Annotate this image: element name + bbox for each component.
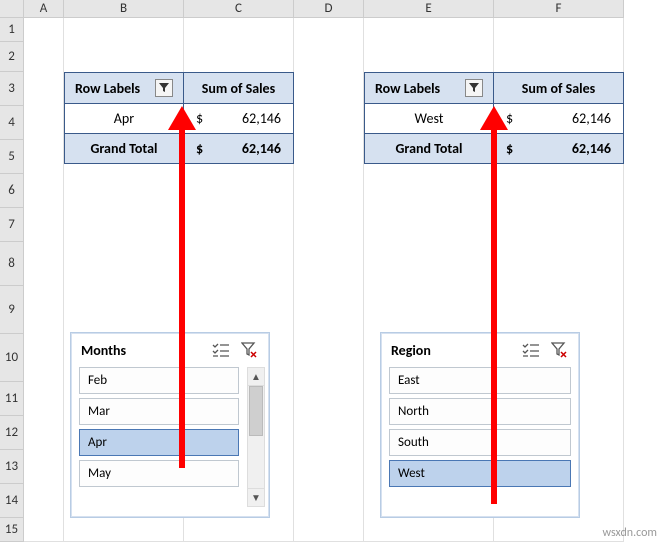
pivot2-row-labels-text: Row Labels [375, 80, 440, 97]
row-13[interactable]: 13 [0, 450, 24, 484]
row-6[interactable]: 6 [0, 174, 24, 208]
filter-icon[interactable] [155, 79, 173, 97]
scroll-thumb[interactable] [249, 386, 263, 436]
pivot1-data-value[interactable]: $ 62,146 [184, 104, 293, 134]
col-B[interactable]: B [64, 0, 184, 18]
row-7[interactable]: 7 [0, 208, 24, 242]
row-1[interactable]: 1 [0, 18, 24, 42]
slicer-region[interactable]: Region East North South West [380, 332, 580, 518]
slicer-item-apr[interactable]: Apr [79, 429, 239, 456]
slicer-item-west[interactable]: West [389, 460, 571, 487]
pivot2-data-value[interactable]: $ 62,146 [494, 104, 623, 134]
slicer-months[interactable]: Months Feb Mar Apr May ▲ ▼ [70, 332, 270, 518]
col-F[interactable]: F [494, 0, 624, 18]
pivot1-grand-total-label[interactable]: Grand Total [65, 134, 184, 163]
pivot-table-region: Row Labels Sum of Sales West $ 62,146 Gr… [364, 72, 624, 164]
col-C[interactable]: C [184, 0, 294, 18]
row-2[interactable]: 2 [0, 42, 24, 72]
slicer-region-title: Region [391, 342, 431, 359]
row-8[interactable]: 8 [0, 242, 24, 286]
slicer-item-feb[interactable]: Feb [79, 367, 239, 394]
slicer-item-north[interactable]: North [389, 398, 571, 425]
slicer-months-scrollbar[interactable]: ▲ ▼ [247, 367, 265, 507]
pivot2-data-label[interactable]: West [365, 104, 494, 134]
slicer-item-east[interactable]: East [389, 367, 571, 394]
scroll-up-icon[interactable]: ▲ [248, 368, 264, 386]
pivot1-grand-total-value[interactable]: $ 62,146 [184, 134, 293, 163]
row-10[interactable]: 10 [0, 334, 24, 382]
watermark: wsxdn.com [602, 526, 657, 540]
row-14[interactable]: 14 [0, 484, 24, 518]
row-3[interactable]: 3 [0, 72, 24, 106]
row-12[interactable]: 12 [0, 416, 24, 450]
row-5[interactable]: 5 [0, 140, 24, 174]
pivot2-grand-total-value[interactable]: $ 62,146 [494, 134, 623, 163]
row-15[interactable]: 15 [0, 518, 24, 542]
slicer-months-title: Months [81, 342, 126, 359]
slicer-region-items: East North South West [385, 367, 575, 507]
row-11[interactable]: 11 [0, 382, 24, 416]
col-A[interactable]: A [24, 0, 64, 18]
pivot2-grand-total-label[interactable]: Grand Total [365, 134, 494, 163]
multi-select-icon[interactable] [521, 341, 541, 359]
slicer-months-items: Feb Mar Apr May [75, 367, 243, 507]
slicer-item-may[interactable]: May [79, 460, 239, 487]
clear-filter-icon[interactable] [239, 341, 259, 359]
pivot-table-months: Row Labels Sum of Sales Apr $ 62,146 Gra… [64, 72, 294, 164]
row-4[interactable]: 4 [0, 106, 24, 140]
slicer-item-mar[interactable]: Mar [79, 398, 239, 425]
pivot1-data-label[interactable]: Apr [65, 104, 184, 134]
scroll-down-icon[interactable]: ▼ [248, 488, 264, 506]
slicer-item-south[interactable]: South [389, 429, 571, 456]
col-E[interactable]: E [364, 0, 494, 18]
pivot1-sum-header: Sum of Sales [184, 73, 293, 104]
clear-filter-icon[interactable] [549, 341, 569, 359]
pivot1-row-labels-header[interactable]: Row Labels [65, 73, 184, 104]
multi-select-icon[interactable] [211, 341, 231, 359]
filter-icon[interactable] [465, 79, 483, 97]
pivot1-row-labels-text: Row Labels [75, 80, 140, 97]
row-9[interactable]: 9 [0, 286, 24, 334]
pivot2-sum-header: Sum of Sales [494, 73, 623, 104]
corner-cell[interactable] [0, 0, 24, 18]
col-D[interactable]: D [294, 0, 364, 18]
scroll-track[interactable] [248, 386, 264, 488]
pivot2-row-labels-header[interactable]: Row Labels [365, 73, 494, 104]
